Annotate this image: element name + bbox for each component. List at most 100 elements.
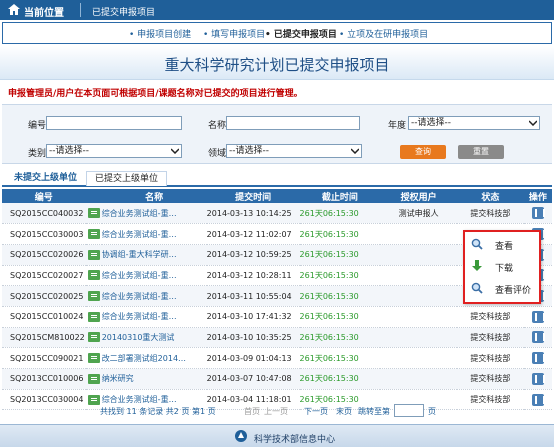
flag-cell [85, 306, 102, 328]
menu-item-download[interactable]: 下载 [469, 257, 537, 277]
deadline: 261天06:15:30 [299, 244, 381, 266]
category-select-value: --请选择-- [49, 146, 89, 156]
action-cell [523, 368, 552, 390]
pager-jump-label: 跳转至第 [358, 407, 390, 416]
deadline: 261天06:15:30 [299, 327, 381, 349]
authorized-user [380, 244, 458, 266]
step-fill[interactable]: • 填写申报项目 [203, 27, 265, 40]
column-header-action: 操作 [523, 189, 552, 203]
project-name-link[interactable]: 纳米研究 [101, 368, 207, 390]
authorized-user [380, 327, 458, 349]
submit-time: 2014-03-13 10:14:25 [206, 203, 300, 225]
pager-prev[interactable]: 上一页 [264, 406, 288, 417]
table-row[interactable]: SQ2015CC040032 综合业务测试组-重… 2014-03-13 10:14… [2, 203, 552, 225]
flag-cell [85, 223, 102, 245]
status: 提交科技部 [457, 327, 524, 349]
query-button[interactable]: 查询 [400, 145, 446, 159]
project-name-link[interactable]: 综合业务测试组-重… [101, 203, 207, 225]
flag-cell [85, 327, 102, 349]
code-input[interactable] [46, 116, 182, 130]
project-name-link[interactable]: 改二部署测试组2014… [101, 347, 207, 369]
deadline: 261天06:15:30 [299, 203, 381, 225]
page-title: 重大科学研究计划已提交申报项目 [164, 56, 390, 74]
page-number-input[interactable] [394, 404, 424, 417]
authorized-user [380, 265, 458, 287]
pager-next[interactable]: 下一页 [304, 406, 328, 417]
submit-time: 2014-03-12 11:02:07 [206, 223, 300, 245]
column-header-name: 名称 [101, 189, 207, 203]
column-header-code: 编号 [2, 189, 86, 203]
year-label: 年度 [388, 121, 407, 131]
name-input[interactable] [226, 116, 360, 130]
submit-time: 2014-03-12 10:59:25 [206, 244, 300, 266]
category-label: 类别 [28, 149, 47, 159]
operation-icon[interactable] [531, 310, 545, 323]
operation-icon[interactable] [531, 207, 545, 220]
pager-total: 共找到 11 条记录 共2 页 第1 页 [100, 407, 216, 416]
submit-time: 2014-03-11 10:55:04 [206, 285, 300, 307]
code: SQ2015CC020025 [2, 285, 86, 307]
project-name-link[interactable]: 20140310重大测试 [101, 327, 207, 349]
project-name-link[interactable]: 综合业务测试组-重… [101, 223, 207, 245]
year-select[interactable]: --请选择-- [408, 116, 540, 130]
flag-cell [85, 368, 102, 390]
table-header-row: 编号 名称 提交时间 截止时间 授权用户 状态 操作 [2, 189, 552, 203]
magnifier-icon [471, 282, 483, 294]
pager-first[interactable]: 首页 [244, 406, 260, 417]
operation-icon[interactable] [531, 331, 545, 344]
menu-item-view-review[interactable]: 查看评价 [469, 279, 537, 299]
comment-icon [87, 353, 100, 364]
breadcrumb: 已提交申报项目 [92, 8, 156, 18]
status: 提交科技部 [457, 368, 524, 390]
code: SQ2015CM810022 [2, 327, 86, 349]
table-row[interactable]: SQ2013CC010006 纳米研究 2014-03-07 10:47:08 261… [2, 368, 552, 390]
flag-cell [85, 285, 102, 307]
code: SQ2015CC030003 [2, 223, 86, 245]
project-name-link[interactable]: 综合业务测试组-重… [101, 265, 207, 287]
pager-last[interactable]: 末页 [336, 406, 352, 417]
category-select[interactable]: --请选择-- [46, 144, 182, 158]
table-row[interactable]: SQ2015CC090021 改二部署测试组2014… 2014-03-09 01:… [2, 347, 552, 369]
step-create[interactable]: • 申报项目创建 [129, 27, 191, 40]
menu-item-view[interactable]: 查看 [469, 235, 537, 255]
reset-button[interactable]: 重置 [458, 145, 504, 159]
code: SQ2013CC010006 [2, 368, 86, 390]
step-approved[interactable]: • 立项及在研申报项目 [339, 27, 428, 40]
chevron-down-icon [529, 120, 537, 126]
action-cell [523, 203, 552, 225]
status: 提交科技部 [457, 306, 524, 328]
step-submitted[interactable]: • 已提交申报项目 [265, 27, 337, 40]
field-select-value: --请选择-- [229, 146, 269, 156]
comment-icon [87, 332, 100, 343]
code: SQ2015CC020027 [2, 265, 86, 287]
submit-time: 2014-03-10 17:41:32 [206, 306, 300, 328]
action-cell [523, 327, 552, 349]
process-steps: • 申报项目创建 • 填写申报项目 • 已提交申报项目 • 立项及在研申报项目 [2, 22, 552, 44]
menu-item-download-label: 下载 [495, 264, 514, 274]
tab-not-submitted[interactable]: 未提交上级单位 [6, 171, 85, 186]
authorized-user [380, 347, 458, 369]
filter-panel: 编号 名称 年度 --请选择-- 类别 --请选择-- 领域 --请选择-- 查… [2, 104, 552, 164]
code: SQ2015CC010024 [2, 306, 86, 328]
menu-item-view-review-label: 查看评价 [495, 286, 532, 296]
title-banner: 重大科学研究计划已提交申报项目 [0, 46, 554, 80]
field-select[interactable]: --请选择-- [226, 144, 362, 158]
project-name-link[interactable]: 协调组-重大科学研… [101, 244, 207, 266]
submit-time: 2014-03-07 10:47:08 [206, 368, 300, 390]
operation-icon[interactable] [531, 352, 545, 365]
project-name-link[interactable]: 综合业务测试组-重… [101, 306, 207, 328]
table-row[interactable]: SQ2015CC010024 综合业务测试组-重… 2014-03-10 17:41… [2, 306, 552, 328]
code: SQ2015CC040032 [2, 203, 86, 225]
code: SQ2015CC020026 [2, 244, 86, 266]
project-name-link[interactable]: 综合业务测试组-重… [101, 285, 207, 307]
action-cell [523, 306, 552, 328]
operation-icon[interactable] [531, 372, 545, 385]
table-row[interactable]: SQ2015CM810022 20140310重大测试 2014-03-10 10:… [2, 327, 552, 349]
download-icon [472, 260, 482, 271]
deadline: 261天06:15:30 [299, 347, 381, 369]
deadline: 261天06:15:30 [299, 285, 381, 307]
comment-icon [87, 270, 100, 281]
tab-submitted[interactable]: 已提交上级单位 [86, 171, 168, 186]
authorized-user [380, 223, 458, 245]
magnifier-icon [471, 238, 483, 250]
